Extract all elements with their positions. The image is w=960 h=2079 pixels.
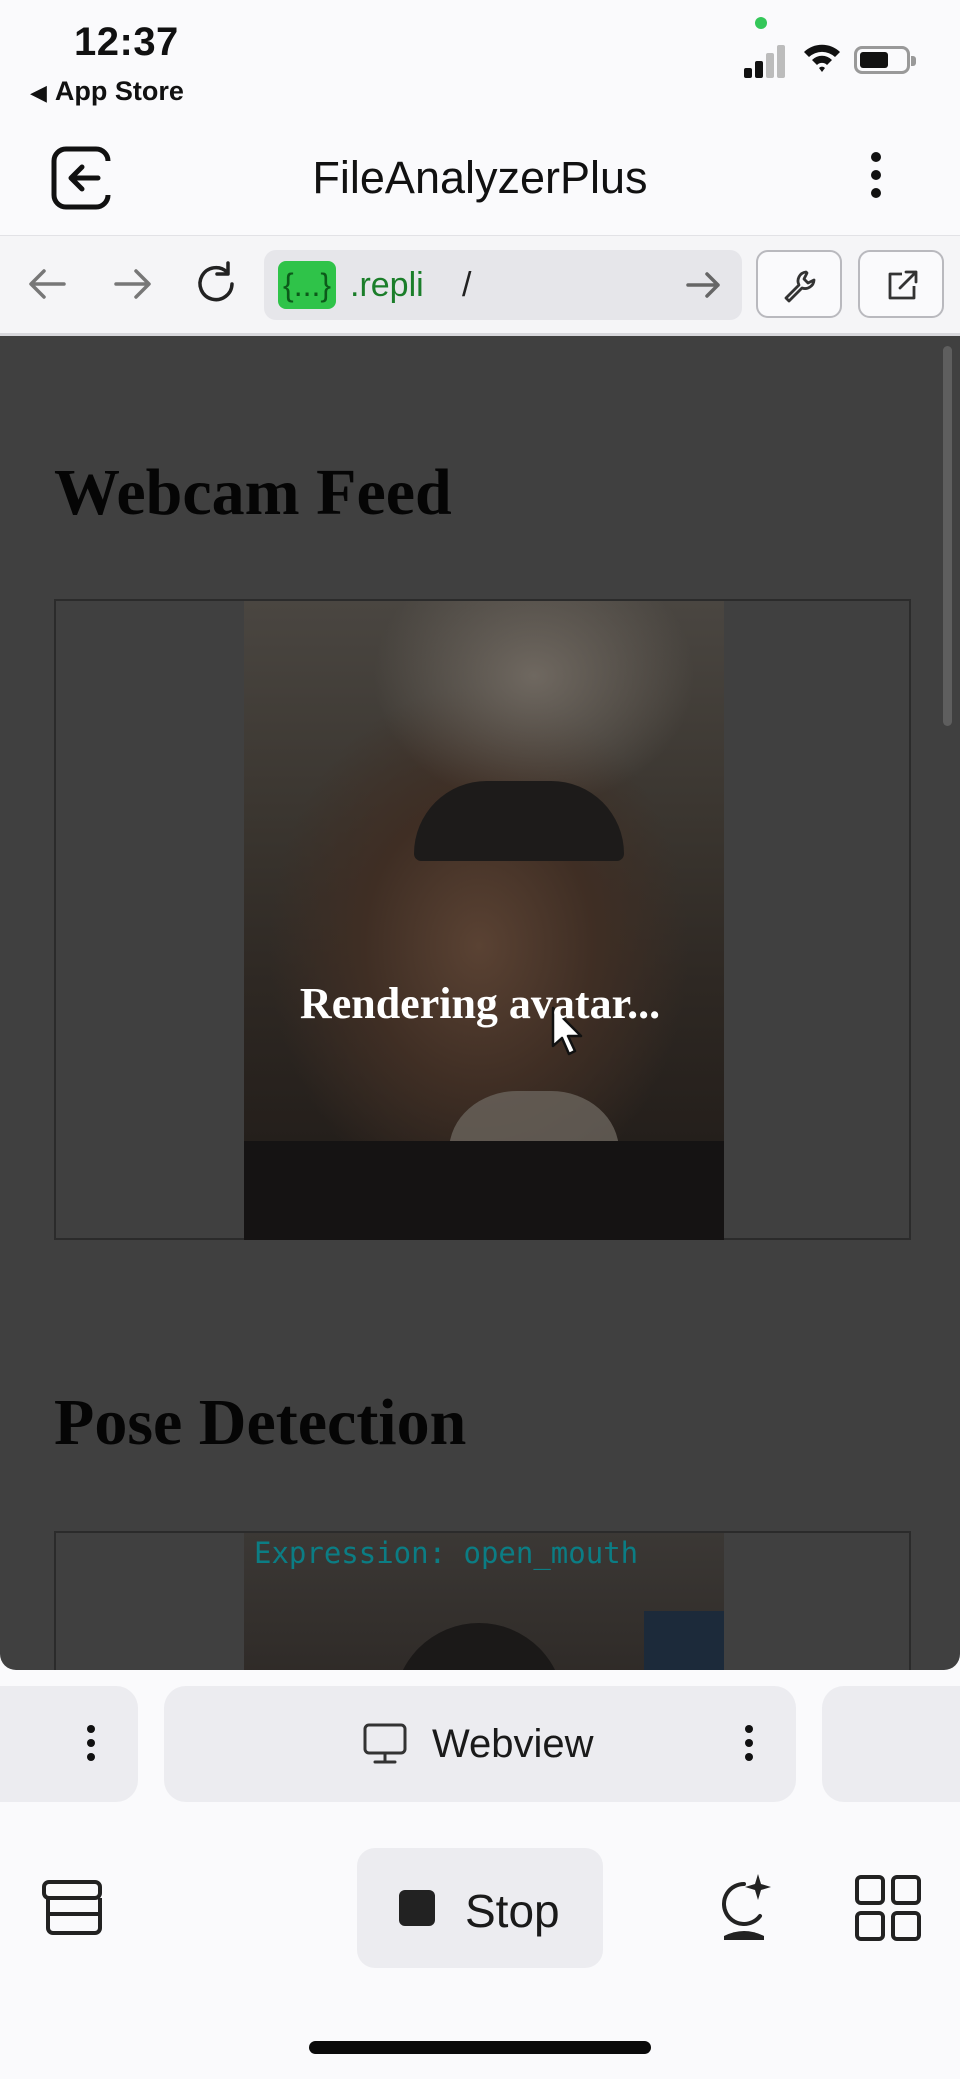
reload-icon[interactable] [190, 258, 242, 310]
app-title: FileAnalyzerPlus [312, 152, 648, 203]
stop-button[interactable]: Stop [357, 1848, 603, 1968]
layers-icon[interactable] [40, 1876, 104, 1940]
wifi-icon [804, 44, 840, 72]
monitor-icon [363, 1723, 407, 1764]
browser-toolbar: {...} .repli / [0, 236, 960, 336]
tab-next[interactable] [822, 1686, 960, 1802]
battery-icon [854, 46, 916, 74]
pose-video-subject [394, 1623, 564, 1670]
url-bar[interactable]: {...} .repli / [264, 250, 742, 320]
wrench-icon [784, 270, 816, 303]
grid-icon[interactable] [854, 1874, 922, 1942]
go-arrow-icon[interactable] [680, 262, 726, 308]
webcam-feed-container [54, 599, 911, 1240]
bottom-bar: Stop [0, 1804, 960, 2079]
back-arrow-icon[interactable] [22, 258, 74, 310]
tab-previous[interactable] [0, 1686, 138, 1802]
tab-webview-label: Webview [432, 1722, 594, 1766]
url-host: .repli [350, 266, 424, 304]
tab-webview[interactable]: Webview [164, 1686, 796, 1802]
video-subject-shirt [244, 1141, 724, 1240]
heading-pose-detection: Pose Detection [54, 1386, 467, 1459]
forward-arrow-icon[interactable] [106, 258, 158, 310]
triangle-left-icon: ◀ [30, 80, 47, 105]
status-time: 12:37 [74, 20, 179, 64]
external-link-icon [888, 270, 918, 300]
kebab-icon[interactable] [860, 144, 892, 210]
kebab-icon[interactable] [742, 1719, 756, 1769]
home-indicator[interactable] [309, 2041, 651, 2054]
pose-video-wall-poster [644, 1611, 724, 1670]
pane-tabs-row: Webview [0, 1686, 960, 1804]
pose-detection-container: Expression: open_mouth [54, 1531, 911, 1670]
webview[interactable]: Webcam Feed Rendering avatar... Pose Det… [0, 336, 960, 1670]
url-badge: {...} [278, 261, 337, 309]
webcam-video [244, 601, 724, 1240]
rendering-avatar-overlay: Rendering avatar... [299, 979, 661, 1028]
ai-sparkle-icon[interactable] [714, 1872, 776, 1944]
url-path: / [462, 266, 472, 304]
open-external-button[interactable] [858, 250, 944, 318]
video-subject-cap [414, 781, 624, 861]
devtools-button[interactable] [756, 250, 842, 318]
back-app-label: App Store [54, 76, 184, 106]
back-to-app-store[interactable]: ◀ App Store [30, 76, 184, 107]
signal-icon [744, 42, 786, 78]
stop-label: Stop [465, 1885, 560, 1937]
pose-video: Expression: open_mouth [244, 1533, 724, 1670]
webview-scrollbar[interactable] [943, 346, 952, 726]
status-bar: 12:37 ◀ App Store [0, 0, 960, 120]
heading-webcam-feed: Webcam Feed [54, 456, 452, 529]
privacy-indicator-dot [755, 17, 767, 29]
kebab-icon[interactable] [84, 1719, 98, 1769]
app-header: FileAnalyzerPlus [0, 120, 960, 236]
expression-label: Expression: open_mouth [254, 1536, 639, 1570]
stop-icon [399, 1890, 435, 1926]
